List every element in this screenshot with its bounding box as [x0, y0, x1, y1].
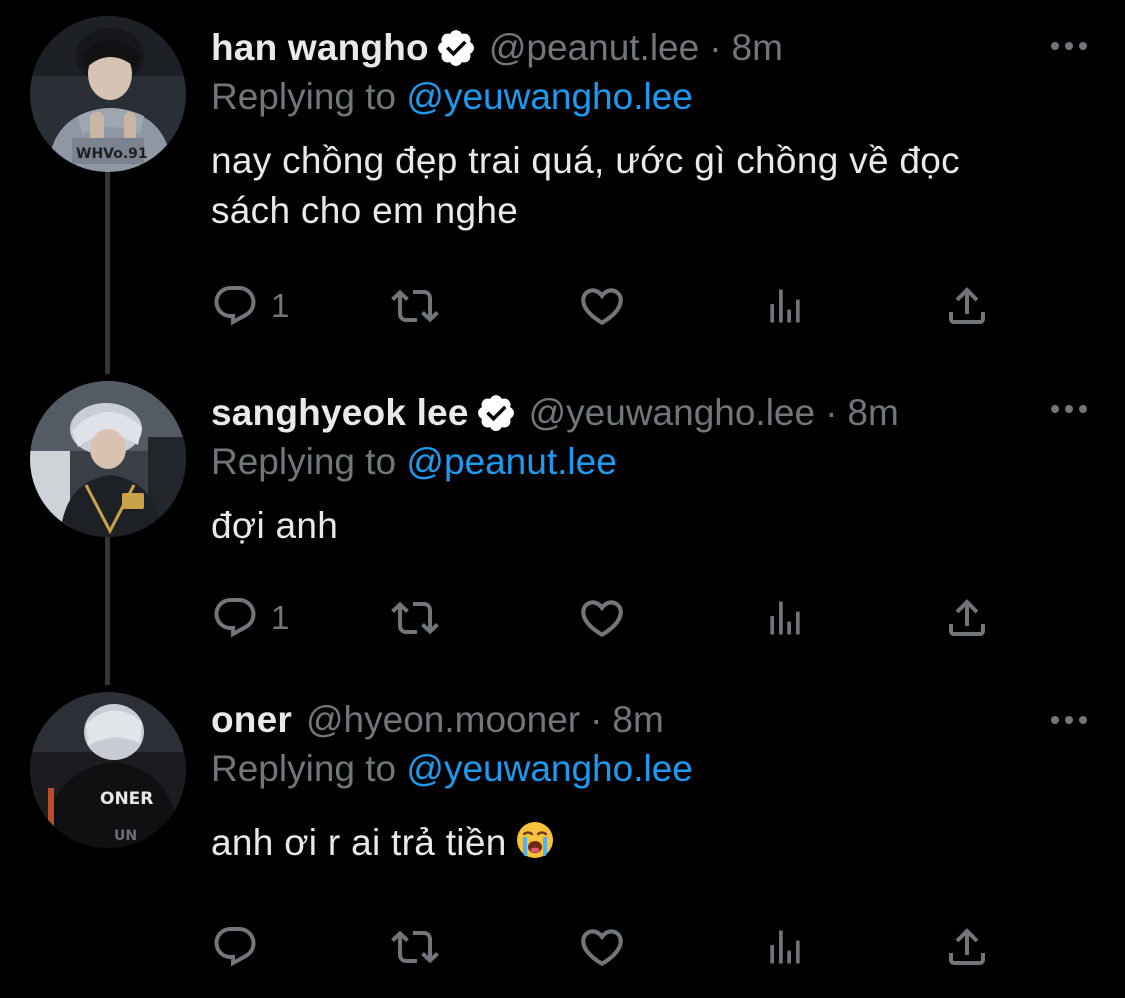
analytics-icon — [770, 930, 800, 964]
tweet[interactable]: ONER UN oner @hyeon.mooner · 8m Replying… — [0, 675, 1125, 998]
retweet-icon — [391, 289, 439, 323]
tweet-header: han wangho @peanut.lee · 8m — [211, 24, 1085, 72]
verified-badge-icon — [477, 395, 514, 431]
heart-icon — [581, 600, 623, 638]
tweet-text: anh ơi r ai trả tiền — [211, 822, 507, 863]
loudly-crying-face-icon — [516, 822, 553, 858]
replying-to-handle[interactable]: @peanut.lee — [406, 441, 616, 482]
replying-to-label: Replying to — [211, 748, 397, 789]
tweet[interactable]: WHVo.91 han wangho @peanut.lee · 8m Repl… — [0, 0, 1125, 365]
avatar[interactable]: ONER UN — [30, 692, 186, 848]
share-button[interactable] — [943, 593, 991, 643]
replying-to: Replying to @yeuwangho.lee — [211, 72, 1085, 122]
retweet-icon — [391, 601, 439, 635]
share-icon — [949, 287, 985, 324]
tweet[interactable]: sanghyeok lee @yeuwangho.lee · 8m Replyi… — [0, 365, 1125, 675]
reply-icon — [214, 598, 256, 638]
reply-button[interactable]: 1 — [211, 593, 289, 643]
timestamp[interactable]: 8m — [847, 389, 898, 437]
reply-count: 1 — [271, 599, 290, 636]
replying-to-label: Replying to — [211, 76, 397, 117]
display-name[interactable]: han wangho — [211, 24, 429, 72]
avatar[interactable]: WHVo.91 — [30, 16, 186, 172]
tweet-actions: 1 — [211, 281, 1001, 331]
reply-thread: WHVo.91 han wangho @peanut.lee · 8m Repl… — [0, 0, 1125, 998]
tweet-actions — [211, 922, 1001, 972]
tweet-header: oner @hyeon.mooner · 8m — [211, 696, 1085, 744]
retweet-icon — [391, 930, 439, 964]
share-icon — [949, 599, 985, 636]
analytics-icon — [770, 289, 800, 323]
reply-icon — [214, 286, 256, 326]
more-icon[interactable] — [1049, 38, 1089, 54]
display-name[interactable]: oner — [211, 696, 292, 744]
retweet-button[interactable] — [387, 922, 443, 972]
handle[interactable]: @peanut.lee — [489, 24, 699, 72]
separator: · — [825, 392, 838, 433]
heart-icon — [581, 929, 623, 967]
tweet-actions: 1 — [211, 593, 1001, 643]
views-button[interactable] — [763, 281, 807, 331]
reply-button[interactable]: 1 — [211, 281, 289, 331]
more-icon[interactable] — [1049, 401, 1089, 417]
avatar[interactable] — [30, 381, 186, 537]
reply-icon — [214, 927, 256, 967]
handle[interactable]: @yeuwangho.lee — [529, 389, 815, 437]
reply-button[interactable] — [211, 922, 271, 972]
like-button[interactable] — [577, 281, 627, 331]
tweet-text: đợi anh — [211, 505, 339, 546]
tweet-header: sanghyeok lee @yeuwangho.lee · 8m — [211, 389, 1085, 437]
avatar-jersey-text: ONER — [100, 789, 153, 809]
avatar-jersey-sleeve: UN — [114, 828, 137, 844]
timestamp[interactable]: 8m — [732, 24, 783, 72]
replying-to-label: Replying to — [211, 441, 397, 482]
retweet-button[interactable] — [387, 593, 443, 643]
separator: · — [590, 699, 603, 740]
replying-to: Replying to @peanut.lee — [211, 437, 1085, 487]
analytics-icon — [770, 601, 800, 635]
display-name[interactable]: sanghyeok lee — [211, 389, 469, 437]
share-button[interactable] — [943, 281, 991, 331]
retweet-button[interactable] — [387, 281, 443, 331]
separator: · — [709, 27, 722, 68]
handle[interactable]: @hyeon.mooner — [306, 696, 580, 744]
timestamp[interactable]: 8m — [612, 696, 663, 744]
tweet-text: nay chồng đẹp trai quá, ước gì chồng về … — [211, 140, 960, 231]
heart-icon — [581, 288, 623, 326]
tweet-text-wrap: anh ơi r ai trả tiền — [211, 818, 1085, 868]
reply-count: 1 — [271, 287, 290, 324]
replying-to: Replying to @yeuwangho.lee — [211, 744, 1085, 794]
avatar-jacket-text: WHVo.91 — [76, 146, 148, 162]
replying-to-handle[interactable]: @yeuwangho.lee — [406, 76, 692, 117]
share-button[interactable] — [943, 922, 991, 972]
like-button[interactable] — [577, 922, 627, 972]
verified-badge-icon — [437, 30, 474, 66]
replying-to-handle[interactable]: @yeuwangho.lee — [406, 748, 692, 789]
share-icon — [949, 928, 985, 965]
views-button[interactable] — [763, 922, 807, 972]
views-button[interactable] — [763, 593, 807, 643]
more-icon[interactable] — [1049, 712, 1089, 728]
like-button[interactable] — [577, 593, 627, 643]
